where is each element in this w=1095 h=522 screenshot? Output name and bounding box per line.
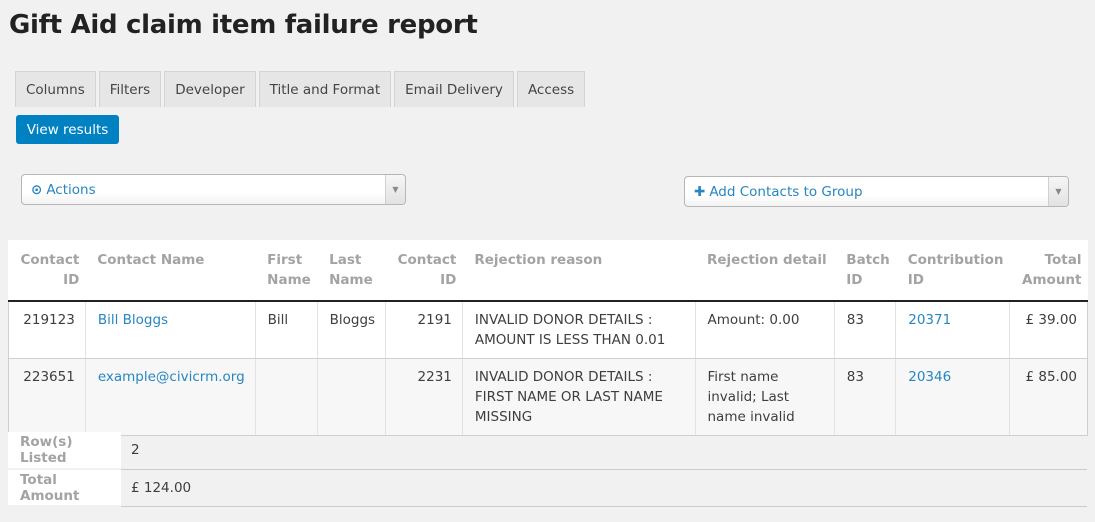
report-table: Contact ID Contact Name First Name Last Nam… [8,240,1088,436]
tab-developer[interactable]: Developer [164,71,256,107]
cell-last-name [316,358,386,436]
summary-row-rows-listed: Row(s) Listed 2 [8,432,1087,470]
tab-access[interactable]: Access [516,71,586,107]
cell-contact-name: example@civicrm.org [84,358,256,436]
cell-contact-id: 219123 [8,301,86,359]
cell-first-name [254,358,318,436]
cell-total-amount: £ 85.00 [1009,358,1088,436]
column-header-contact-id-2[interactable]: Contact ID [385,240,463,302]
total-amount-label: Total Amount [8,469,121,507]
cell-total-amount: £ 39.00 [1009,301,1088,359]
actions-select-label: ⊙ Actions [22,182,385,198]
report-summary: Row(s) Listed 2 Total Amount £ 124.00 [8,432,1087,507]
table-header-row: Contact ID Contact Name First Name Last Nam… [8,240,1088,302]
summary-row-total-amount: Total Amount £ 124.00 [8,469,1087,507]
column-header-contact-id[interactable]: Contact ID [8,240,86,302]
cell-contact-name: Bill Bloggs [84,301,256,359]
cell-rejection-reason: INVALID DONOR DETAILS : AMOUNT IS LESS T… [461,301,695,359]
view-results-button[interactable]: View results [16,115,119,144]
contribution-id-link[interactable]: 20346 [908,369,951,385]
check-circle-icon: ⊙ [31,181,43,198]
contact-name-link[interactable]: Bill Bloggs [98,312,168,328]
add-contacts-to-group-select[interactable]: ✚ Add Contacts to Group ▼ [684,176,1069,207]
table-row: 223651 example@civicrm.org 2231 INVALID … [8,358,1088,436]
plus-icon: ✚ [694,183,706,200]
chevron-down-icon[interactable]: ▼ [1048,177,1068,206]
tab-email-delivery[interactable]: Email Delivery [394,71,514,107]
cell-contact-id-2: 2231 [385,358,463,436]
actions-select[interactable]: ⊙ Actions ▼ [21,174,406,205]
column-header-batch-id[interactable]: Batch ID [834,240,896,302]
cell-contribution-id: 20346 [895,358,1010,436]
table-row: 219123 Bill Bloggs Bill Bloggs 2191 INVA… [8,301,1088,359]
tab-columns[interactable]: Columns [15,71,96,107]
rows-listed-value: 2 [121,432,1087,470]
add-group-select-label: ✚ Add Contacts to Group [685,184,1048,200]
cell-first-name: Bill [254,301,318,359]
report-tabs: Columns Filters Developer Title and Form… [15,71,588,107]
tab-filters[interactable]: Filters [98,71,162,107]
page-title: Gift Aid claim item failure report [9,10,478,40]
chevron-down-icon[interactable]: ▼ [385,175,405,204]
column-header-contact-name[interactable]: Contact Name [85,240,256,302]
total-amount-value: £ 124.00 [121,469,1087,507]
column-header-contribution-id[interactable]: Contribution ID [895,240,1010,302]
cell-contribution-id: 20371 [895,301,1010,359]
cell-last-name: Bloggs [316,301,386,359]
cell-rejection-reason: INVALID DONOR DETAILS : FIRST NAME OR LA… [461,358,695,436]
contribution-id-link[interactable]: 20371 [908,312,951,328]
column-header-rejection-detail[interactable]: Rejection detail [695,240,835,302]
tab-title-and-format[interactable]: Title and Format [258,71,392,107]
add-group-label: Add Contacts to Group [709,183,863,200]
column-header-rejection-reason[interactable]: Rejection reason [462,240,695,302]
contact-name-link[interactable]: example@civicrm.org [98,369,245,385]
cell-batch-id: 83 [833,358,896,436]
cell-rejection-detail: Amount: 0.00 [694,301,835,359]
actions-label: Actions [46,181,96,198]
cell-batch-id: 83 [833,301,896,359]
column-header-first-name[interactable]: First Name [255,240,318,302]
column-header-last-name[interactable]: Last Name [317,240,386,302]
cell-contact-id-2: 2191 [385,301,463,359]
rows-listed-label: Row(s) Listed [8,432,121,470]
cell-rejection-detail: First name invalid; Last name invalid [694,358,835,436]
column-header-total-amount[interactable]: Total Amount [1009,240,1088,302]
cell-contact-id: 223651 [8,358,86,436]
